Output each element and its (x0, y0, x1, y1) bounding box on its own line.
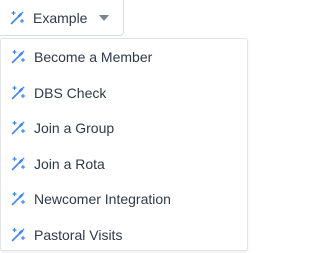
menu-item-pastoral-visits[interactable]: Pastoral Visits (1, 218, 247, 253)
magic-wand-icon (10, 85, 26, 101)
menu-item-dbs-check[interactable]: DBS Check (1, 76, 247, 112)
menu-item-become-a-member[interactable]: Become a Member (1, 40, 247, 76)
menu-item-label: Become a Member (34, 49, 153, 65)
menu-item-label: DBS Check (34, 84, 107, 101)
dropdown-trigger-button[interactable]: Example (0, 0, 124, 36)
magic-wand-icon (10, 49, 26, 65)
magic-wand-icon (9, 10, 25, 26)
dropdown-menu: Become a Member DBS Check Join a Group J… (0, 38, 248, 251)
magic-wand-icon (10, 227, 26, 243)
caret-down-icon (99, 15, 109, 21)
dropdown-selected-label: Example (33, 10, 88, 26)
menu-item-label: Newcomer Integration (34, 191, 171, 207)
magic-wand-icon (10, 156, 26, 172)
magic-wand-icon (10, 191, 26, 207)
menu-item-label: Pastoral Visits (34, 226, 123, 243)
menu-item-join-a-rota[interactable]: Join a Rota (1, 147, 247, 183)
magic-wand-icon (10, 120, 26, 136)
menu-item-label: Join a Rota (34, 155, 105, 172)
workflow-dropdown: Example Become a Member DBS Check Join a… (0, 0, 252, 253)
menu-item-newcomer-integration[interactable]: Newcomer Integration (1, 182, 247, 218)
menu-item-join-a-group[interactable]: Join a Group (1, 111, 247, 147)
menu-item-label: Join a Group (34, 120, 115, 136)
